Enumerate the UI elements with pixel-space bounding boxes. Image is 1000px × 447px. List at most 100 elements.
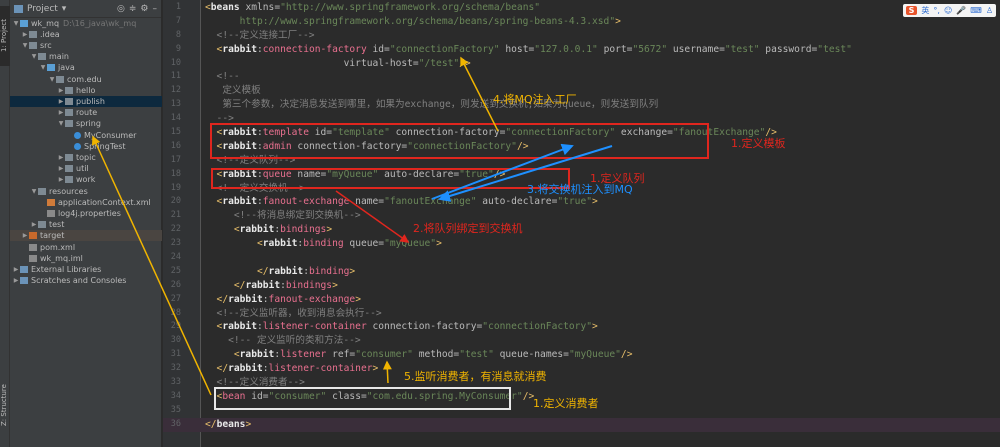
code-line[interactable]: 31 <rabbit:listener ref="consumer" metho… [163,348,1000,362]
hide-icon[interactable]: – [153,4,158,14]
gear-icon[interactable]: ⚙ [140,4,148,14]
tree-item[interactable]: ▶ target [10,230,162,242]
expand-arrow-icon[interactable]: ▶ [57,176,65,183]
tree-item[interactable]: ▼ com.edu [10,74,162,85]
punct-icon[interactable]: °, [933,6,940,15]
code-line[interactable]: 32 </rabbit:listener-container> [163,362,1000,376]
expand-arrow-icon[interactable]: ▶ [12,277,20,284]
code-line[interactable]: 16 <rabbit:admin connection-factory="con… [163,140,1000,154]
project-tool-tab[interactable]: 1: Project [0,6,10,66]
code-line[interactable]: 33 <!--定义消费者--> [163,376,1000,390]
expand-arrow-icon[interactable]: ▶ [21,232,29,239]
code-line[interactable]: 29 <rabbit:listener-container connection… [163,320,1000,334]
code-line[interactable]: 1 <beans xmlns="http://www.springframewor… [163,1,1000,15]
code-line[interactable]: 13 第三个参数，决定消息发送到哪里，如果为exchange，则发送到交换机;如… [163,98,1000,112]
code-area[interactable]: 1 <beans xmlns="http://www.springframewor… [163,1,1000,432]
code-editor[interactable]: 1 <beans xmlns="http://www.springframewor… [163,0,1000,447]
locate-icon[interactable]: ◎ [117,4,125,14]
expand-arrow-icon[interactable]: ▼ [39,64,47,71]
code-token: host= [499,43,535,55]
code-line[interactable]: 9 <rabbit:connection-factory id="connect… [163,43,1000,57]
ime-toolbar[interactable]: S 英 °, ☺ 🎤 ⌨ ♙ [902,4,996,17]
tree-item[interactable]: applicationContext.xml [10,197,162,208]
dropdown-icon[interactable]: ▾ [62,4,67,14]
code-line[interactable]: 36 </beans> [163,417,1000,432]
file-icon [47,209,55,217]
code-line[interactable]: 28 <!--定义监听器，收到消息会执行--> [163,307,1000,321]
keyboard-icon[interactable]: ⌨ [970,6,982,15]
expand-arrow-icon[interactable]: ▶ [21,31,29,38]
structure-tool-tab[interactable]: Z: Structure [0,375,10,435]
expand-arrow-icon[interactable]: ▼ [21,42,29,49]
expand-arrow-icon[interactable]: ▶ [57,154,65,161]
line-number: 1 [175,2,181,12]
tree-item[interactable]: ▶ route [10,107,162,118]
code-line[interactable]: 7 http://www.springframework.org/schema/… [163,15,1000,29]
tree-item[interactable]: ▶ publish [10,95,162,108]
code-token: rabbit [222,127,257,139]
expand-arrow-icon[interactable]: ▼ [48,76,56,83]
tree-item[interactable]: log4j.properties [10,208,162,219]
tree-item-label: com.edu [67,74,102,84]
tree-item[interactable]: ▶ test [10,219,162,230]
collapse-icon[interactable]: ≑ [129,4,137,14]
expand-arrow-icon[interactable]: ▼ [30,53,38,60]
tree-item[interactable]: ▼ spring [10,118,162,129]
code-line[interactable]: 17 <!--定义队列--> [163,154,1000,168]
tree-item[interactable]: ▼ main [10,51,162,62]
code-token: "http://www.springframework.org/schema/b… [280,2,541,13]
code-line[interactable]: 18 <rabbit:queue name="myQueue" auto-dec… [163,168,1000,182]
tree-item-label: resources [49,186,88,196]
code-line[interactable]: 24 [163,251,1000,265]
code-line[interactable]: 8 <!--定义连接工厂--> [163,29,1000,43]
tree-item[interactable]: ▶ .idea [10,29,162,40]
expand-arrow-icon[interactable]: ▼ [57,120,65,127]
expand-arrow-icon[interactable]: ▶ [57,109,65,116]
code-line[interactable]: 22 <rabbit:bindings> [163,223,1000,237]
code-line[interactable]: 11 <!-- [163,70,1000,84]
expand-arrow-icon[interactable]: ▼ [30,188,38,195]
ime-lang[interactable]: 英 [921,5,929,16]
emoji-icon[interactable]: ☺ [944,6,952,15]
code-line[interactable]: 26 </rabbit:bindings> [163,279,1000,293]
tree-item[interactable]: ▼ java [10,62,162,73]
code-line[interactable]: 10 virtual-host="/test"/> [163,57,1000,71]
project-view-selector[interactable]: Project [27,4,58,14]
tree-item[interactable]: ▶ Scratches and Consoles [10,275,162,286]
tree-item-label: MyConsumer [84,130,137,140]
code-line[interactable]: 14 --> [163,112,1000,126]
expand-arrow-icon[interactable]: ▶ [57,165,65,172]
tree-item[interactable]: wk_mq.iml [10,253,162,264]
tree-item[interactable]: MyConsumer [10,130,162,141]
code-line[interactable]: 23 <rabbit:binding queue="myQueue"> [163,237,1000,251]
expand-arrow-icon[interactable]: ▶ [12,266,20,273]
tree-item[interactable]: ▶ hello [10,85,162,96]
code-line[interactable]: 12 定义模板 [163,84,1000,98]
code-token: > [592,321,598,333]
tree-item[interactable]: ▶ util [10,163,162,174]
code-token: <!--定义队列--> [205,154,296,166]
tree-item[interactable]: SpringTest [10,141,162,152]
tree-item[interactable]: ▼ src [10,40,162,51]
code-token: </ [205,265,269,277]
expand-arrow-icon[interactable]: ▶ [57,98,65,105]
expand-arrow-icon[interactable]: ▶ [30,221,38,228]
user-icon[interactable]: ♙ [986,6,993,15]
tree-item[interactable]: ▶ work [10,174,162,185]
code-line[interactable]: 15 <rabbit:template id="template" connec… [163,126,1000,140]
expand-arrow-icon[interactable]: ▼ [12,20,20,27]
tree-item[interactable]: ▶ External Libraries [10,264,162,275]
code-token: virtual-host= [205,57,419,69]
tree-item-label: util [76,164,89,174]
code-line[interactable]: 21 <!--将消息绑定到交换机--> [163,209,1000,223]
code-line[interactable]: 20 <rabbit:fanout-exchange name="fanoutE… [163,195,1000,209]
tree-item[interactable]: ▼ wk_mq D:\16_java\wk_mq [10,18,162,29]
expand-arrow-icon[interactable]: ▶ [57,87,65,94]
mic-icon[interactable]: 🎤 [956,6,966,15]
tree-item[interactable]: pom.xml [10,242,162,253]
code-line[interactable]: 30 <!-- 定义监听的类和方法--> [163,334,1000,348]
code-line[interactable]: 27 </rabbit:fanout-exchange> [163,293,1000,307]
tree-item[interactable]: ▶ topic [10,152,162,163]
code-line[interactable]: 25 </rabbit:binding> [163,265,1000,279]
tree-item[interactable]: ▼ resources [10,186,162,197]
